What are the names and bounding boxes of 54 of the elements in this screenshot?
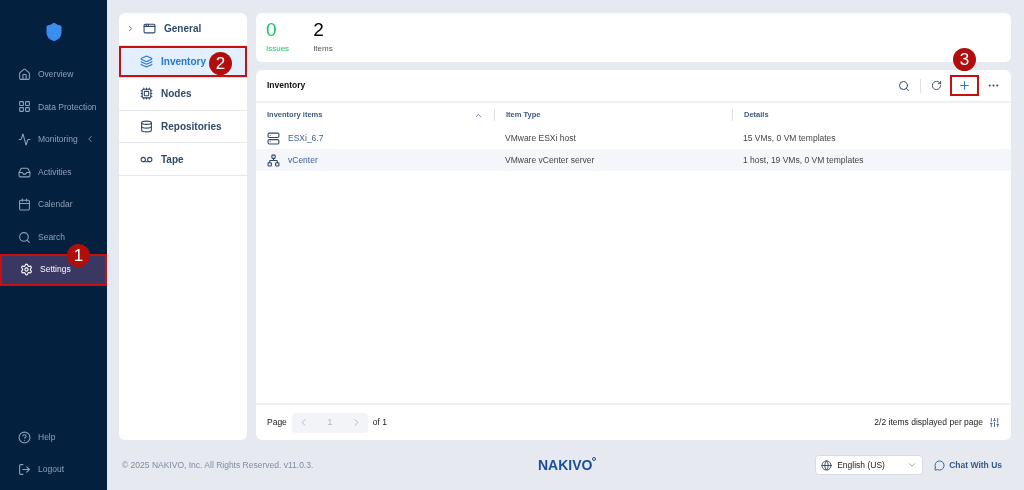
chat-icon [934, 459, 946, 471]
nav-item[interactable]: Overview [0, 58, 107, 91]
page-count: of 1 [372, 416, 388, 429]
nav-item[interactable]: Monitoring [0, 123, 107, 156]
calendar-icon [18, 198, 31, 212]
stat-label: Items [313, 43, 333, 55]
stat-label: Issues [266, 43, 290, 55]
item-name[interactable]: vCenter [288, 153, 318, 167]
nav-item[interactable]: Data Protection [0, 90, 107, 124]
chevron-icon [907, 460, 918, 470]
menu-item[interactable]: Nodes [119, 78, 247, 110]
step-number: 3 [953, 48, 976, 71]
search-icon[interactable] [898, 79, 910, 92]
table-cell-text: 1 host, 19 VMs, 0 VM templates [742, 153, 865, 167]
chart-icon [18, 133, 31, 146]
copyright-text: © 2025 NAKIVO, Inc. All Rights Reserved. v11.0.3. [122, 458, 315, 472]
per-page-info: 2/2 items displayed per page [874, 416, 983, 429]
table-cell-text: VMware vCenter server [504, 153, 596, 167]
help-icon [18, 430, 31, 444]
home-icon [18, 67, 31, 81]
nav-item[interactable]: Help [0, 420, 107, 454]
language-select[interactable]: English (US) [815, 455, 924, 475]
item-name[interactable]: ESXi_6.7 [288, 131, 324, 145]
add-button[interactable] [952, 77, 977, 94]
settings-icon [20, 263, 33, 277]
window-icon [143, 22, 156, 36]
database-icon [140, 120, 153, 134]
step-number: 1 [67, 243, 90, 267]
stat-value: 0 [266, 19, 278, 41]
search-icon [18, 230, 31, 244]
card-title: Inventory [267, 79, 306, 92]
table-row[interactable]: vCenter VMware vCenter server 1 host, 19 VMs, 0 VM templates [256, 149, 1011, 171]
logout-icon [18, 463, 31, 477]
chip-icon [140, 87, 153, 101]
globe-icon [821, 459, 833, 471]
table-cell-text: VMware ESXi host [504, 131, 577, 145]
stat-value: 2 [313, 19, 325, 41]
chat-link[interactable]: Chat With Us [934, 458, 1002, 472]
grid-icon [18, 100, 31, 114]
page-label: Page [267, 416, 287, 429]
server-icon [267, 131, 280, 145]
plus-icon [958, 79, 971, 92]
network-icon [267, 153, 280, 167]
refresh-icon[interactable] [931, 80, 942, 91]
sliders-icon[interactable] [989, 417, 1000, 428]
table-cell-text: 15 VMs, 0 VM templates [742, 131, 837, 145]
inbox-icon [18, 165, 31, 179]
menu-item[interactable]: Tape [119, 143, 247, 175]
nav-item[interactable]: Activities [0, 155, 107, 189]
brand-logo: NAKIVO [538, 455, 593, 475]
nav-item[interactable]: Logout [0, 453, 107, 486]
menu-item[interactable]: General [119, 13, 247, 45]
nav-item[interactable]: Calendar [0, 188, 107, 221]
menu-item[interactable]: Repositories [119, 110, 247, 143]
